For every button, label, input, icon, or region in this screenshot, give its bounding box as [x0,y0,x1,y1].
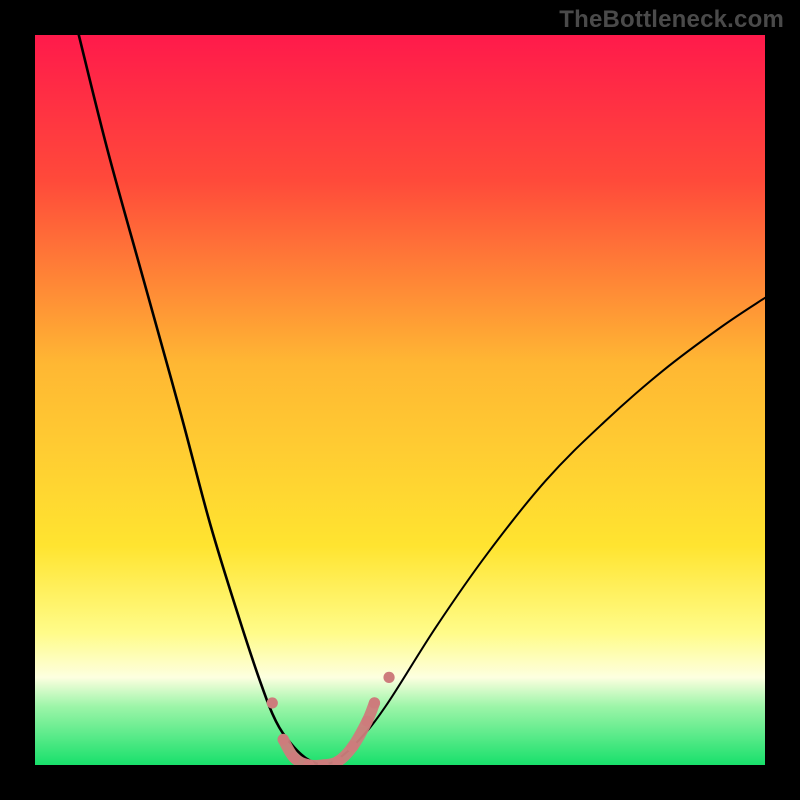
valley-marker [278,734,289,745]
valley-marker [369,697,380,708]
valley-marker [267,697,278,708]
valley-marker [318,759,329,770]
bottleneck-chart [0,0,800,800]
valley-marker [303,759,314,770]
valley-marker [362,716,373,727]
valley-marker [383,672,394,683]
chart-frame: TheBottleneck.com [0,0,800,800]
watermark-text: TheBottleneck.com [559,6,784,34]
valley-marker [332,756,343,767]
valley-marker [289,752,300,763]
gradient-background [35,35,765,765]
valley-marker [347,741,358,752]
